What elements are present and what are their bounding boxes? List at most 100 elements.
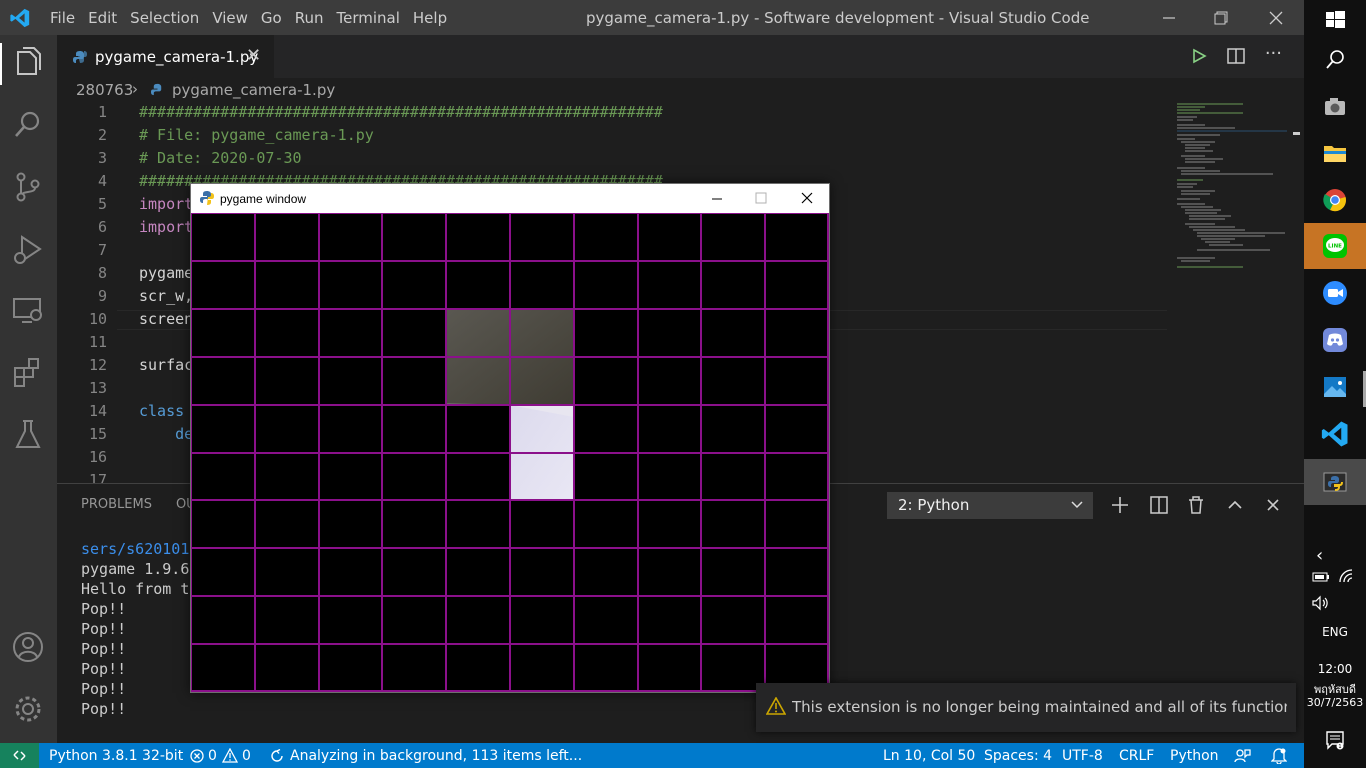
restore-button[interactable] (1198, 0, 1244, 35)
pygame-canvas[interactable] (191, 213, 829, 692)
search-icon[interactable] (1320, 45, 1350, 75)
chrome-icon[interactable] (1320, 185, 1350, 215)
breadcrumb-folder[interactable]: 280763 (76, 81, 133, 99)
minimap[interactable] (1175, 102, 1290, 282)
split-editor-icon[interactable] (1227, 48, 1245, 64)
cursor-position[interactable]: Ln 10, Col 50 (883, 748, 975, 764)
menu-terminal[interactable]: Terminal (337, 9, 411, 27)
language-mode[interactable]: Python (1170, 748, 1219, 764)
source-control-icon[interactable] (10, 169, 46, 205)
code-line: # Date: 2020-07-30 (139, 149, 302, 167)
maximize-panel-icon[interactable] (1222, 492, 1248, 518)
split-terminal-icon[interactable] (1146, 492, 1172, 518)
line-number: 4 (97, 172, 107, 190)
tab-pygame-camera[interactable]: pygame_camera-1.py ✕ (57, 35, 274, 78)
extensions-icon[interactable] (10, 355, 46, 391)
vscode-logo-icon (10, 8, 30, 28)
more-actions-icon[interactable]: ··· (1265, 43, 1282, 64)
code-line: class (139, 402, 194, 420)
volume-icon[interactable] (1312, 595, 1330, 611)
remote-explorer-icon[interactable] (10, 293, 46, 329)
error-icon[interactable] (190, 749, 204, 763)
battery-icon[interactable] (1312, 570, 1330, 584)
encoding[interactable]: UTF-8 (1062, 748, 1103, 764)
menu-selection[interactable]: Selection (130, 9, 210, 27)
close-icon[interactable] (801, 192, 813, 204)
indentation[interactable]: Spaces: 4 (984, 748, 1052, 764)
window-title: pygame_camera-1.py - Software developmen… (586, 9, 1090, 27)
terminal-line: Hello from t (81, 580, 190, 598)
maximize-icon[interactable] (755, 192, 767, 204)
show-hidden-icons-icon[interactable]: ‹ (1316, 545, 1323, 566)
clock-time[interactable]: 12:00 (1304, 662, 1366, 676)
breadcrumb-chevron-icon: › (132, 80, 138, 98)
close-window-button[interactable] (1253, 0, 1299, 35)
line-number: 10 (88, 310, 107, 328)
menu-file[interactable]: File (50, 9, 86, 27)
warning-icon[interactable] (222, 748, 238, 763)
line-number: 8 (97, 264, 107, 282)
pygame-title-bar[interactable]: pygame window (191, 184, 829, 213)
tab-problems[interactable]: PROBLEMS (81, 497, 152, 512)
tab-close-icon[interactable]: ✕ (246, 45, 261, 66)
menu-view[interactable]: View (212, 9, 259, 27)
status-bar: Python 3.8.1 32-bit 0 0 Analyzing in bac… (0, 743, 1304, 768)
line-number: 16 (88, 448, 107, 466)
line-number: 12 (88, 356, 107, 374)
accounts-icon[interactable] (10, 629, 46, 665)
menu-run[interactable]: Run (295, 9, 335, 27)
run-debug-icon[interactable] (10, 231, 46, 267)
run-file-icon[interactable] (1191, 48, 1207, 64)
action-center-icon[interactable]: 1 (1325, 730, 1345, 750)
testing-icon[interactable] (10, 417, 46, 453)
terminal-select[interactable]: 2: Python (887, 492, 1093, 519)
python-app-icon[interactable] (1320, 467, 1350, 497)
breadcrumb: 280763 › pygame_camera-1.py (57, 78, 1304, 102)
search-icon[interactable] (10, 107, 46, 143)
new-terminal-icon[interactable] (1107, 492, 1133, 518)
camera-app-icon[interactable] (1320, 92, 1350, 122)
end-of-line[interactable]: CRLF (1119, 748, 1154, 764)
remote-icon (13, 750, 26, 761)
extension-notification[interactable]: This extension is no longer being mainta… (756, 683, 1296, 732)
notification-message: This extension is no longer being mainta… (792, 698, 1287, 716)
zoom-app-icon[interactable] (1320, 278, 1350, 308)
terminal-select-value: 2: Python (898, 496, 970, 514)
error-count[interactable]: 0 (208, 748, 217, 764)
discord-app-icon[interactable] (1320, 325, 1350, 355)
file-explorer-icon[interactable] (1320, 138, 1350, 168)
code-line: de (139, 425, 194, 443)
restore-icon (1214, 11, 1228, 24)
remote-indicator[interactable] (0, 743, 39, 768)
python-file-icon (151, 83, 162, 96)
feedback-icon[interactable] (1234, 747, 1251, 764)
tab-label: pygame_camera-1.py (95, 48, 259, 66)
terminal-line: pygame 1.9.6 (81, 560, 190, 578)
notifications-bell-icon[interactable] (1271, 747, 1287, 764)
close-panel-icon[interactable] (1260, 492, 1286, 518)
line-app-icon[interactable]: LINE (1320, 231, 1350, 261)
breadcrumb-file[interactable]: pygame_camera-1.py (172, 81, 335, 99)
warning-count[interactable]: 0 (242, 748, 251, 764)
pygame-window[interactable]: pygame window (190, 183, 830, 693)
vscode-app-icon[interactable] (1320, 419, 1350, 449)
input-language[interactable]: ENG (1304, 625, 1366, 639)
explorer-icon[interactable] (10, 46, 46, 82)
windows-start-icon[interactable] (1320, 5, 1350, 35)
wifi-icon[interactable] (1338, 568, 1356, 584)
sync-spinner-icon (271, 749, 283, 762)
line-number: 11 (88, 333, 107, 351)
line-number: 7 (97, 241, 107, 259)
clock-date[interactable]: 30/7/2563 (1304, 696, 1366, 709)
minimize-icon[interactable] (711, 194, 723, 204)
settings-gear-icon[interactable] (10, 691, 46, 727)
menu-help[interactable]: Help (413, 9, 458, 27)
trash-icon[interactable] (1183, 492, 1209, 518)
menu-go[interactable]: Go (261, 9, 293, 27)
code-line: scr_w, (139, 287, 194, 305)
menu-edit[interactable]: Edit (88, 9, 128, 27)
python-interpreter[interactable]: Python 3.8.1 32-bit (49, 748, 183, 764)
photos-app-icon[interactable] (1320, 372, 1350, 402)
line-number: 5 (97, 195, 107, 213)
minimize-button[interactable] (1146, 0, 1192, 35)
